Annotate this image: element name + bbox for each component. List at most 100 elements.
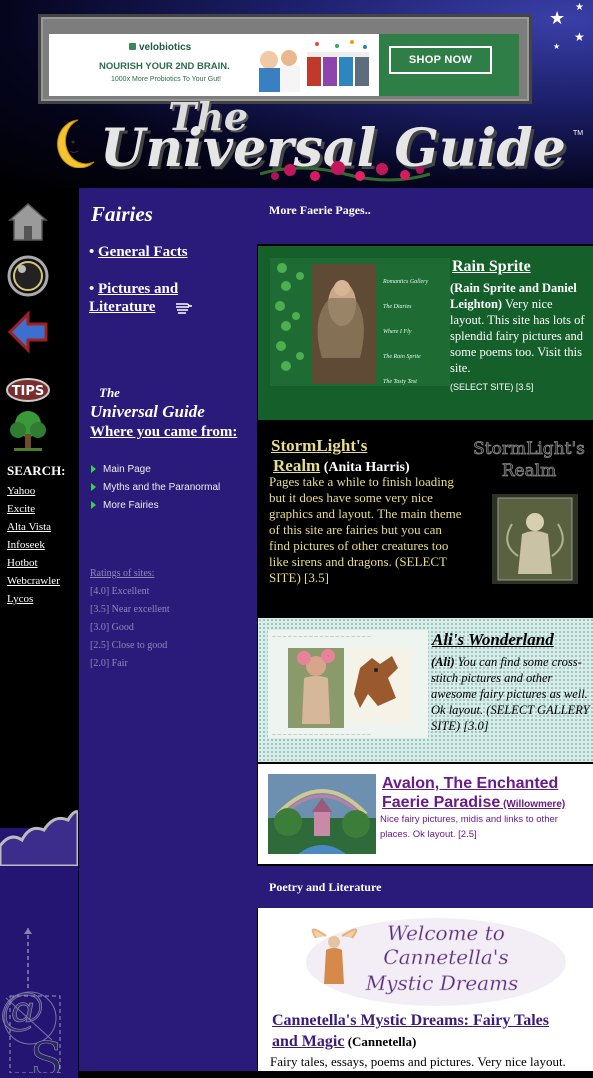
ad-product-image xyxy=(259,40,369,92)
crystal-ball-icon[interactable] xyxy=(6,254,50,298)
roses-decoration xyxy=(260,161,430,182)
tree-icon[interactable] xyxy=(6,408,50,452)
site-card-avalon: Avalon, The Enchanted Faerie Paradise (W… xyxy=(258,764,593,864)
star-icon: ★ xyxy=(553,42,561,51)
rain-sprite-select[interactable]: (SELECT SITE) [3.5] xyxy=(450,382,533,392)
stormlight-description: Pages take a while to finish loading but… xyxy=(269,474,462,585)
star-icon: ★ xyxy=(549,8,566,29)
search-link-yahoo[interactable]: Yahoo xyxy=(7,485,35,497)
site-header: ★ ★ ★ ★ ✦ velobiotics NOURISH YOUR 2ND B… xyxy=(0,0,593,188)
back-arrow-icon[interactable] xyxy=(6,310,50,354)
svg-text:S: S xyxy=(30,1032,63,1073)
alis-wonderland-author: (Ali) xyxy=(431,655,455,669)
green-arrow-icon xyxy=(91,483,96,491)
rain-menu-item: Romantics Gallery xyxy=(383,279,429,285)
rain-sprite-description: (Rain Sprite and Daniel Leighton) Very n… xyxy=(450,280,590,376)
site-card-cannetella: Welcome to Cannetella's Mystic Dreams Ca… xyxy=(258,908,593,1071)
search-link-lycos[interactable]: Lycos xyxy=(7,593,33,605)
svg-text:— — — — — — — — — — — — — — —: — — — — — — — — — — — — — — — — — — — xyxy=(272,732,371,737)
rating-item: [4.0] Excellent xyxy=(90,586,150,597)
breadcrumb-item[interactable]: More Fairies xyxy=(91,500,159,511)
rating-item: [2.5] Close to good xyxy=(90,640,168,651)
green-arrow-icon xyxy=(91,465,96,473)
cannetella-banner-line1: Welcome to xyxy=(387,921,505,945)
site-card-alis-wonderland: — — — — — — — — — — — — — — — — — — — — … xyxy=(258,618,593,762)
stormlight-logo-a: StormLight's xyxy=(473,439,585,459)
search-link-webcrawler[interactable]: Webcrawler xyxy=(7,575,60,587)
avalon-heading: Avalon, The Enchanted Faerie Paradise (W… xyxy=(382,774,592,812)
rating-item: [3.5] Near excellent xyxy=(90,604,170,615)
ad-brand-name: velobiotics xyxy=(139,42,192,53)
ad-subline: 1000x More Probiotics To Your Gut! xyxy=(111,76,221,83)
stormlight-title-a: StormLight's xyxy=(271,436,368,455)
rating-item: [3.0] Good xyxy=(90,622,134,633)
cannetella-banner-line2: Cannetella's xyxy=(383,945,508,969)
cannetella-author: (Cannetella) xyxy=(344,1034,417,1049)
cannetella-description: Fairy tales, essays, poems and pictures.… xyxy=(270,1054,566,1069)
icon-sidebar: TIPS SEARCH: Yahoo Excite Alta Vista Inf… xyxy=(0,188,78,1078)
breadcrumb-item[interactable]: Myths and the Paranormal xyxy=(91,482,220,493)
svg-text:— — — — — — — — — — — — — — —: — — — — — — — — — — — — — — — — — — — xyxy=(272,634,371,639)
came-from-heading: Where you came from: xyxy=(90,424,238,440)
general-facts-link[interactable]: General Facts xyxy=(98,244,188,260)
trademark: TM xyxy=(573,130,584,137)
rain-menu-item: The Tasty Test xyxy=(383,379,417,385)
at-sign-decoration: @ S xyxy=(0,928,63,1073)
cannetella-banner-line3: Mystic Dreams xyxy=(365,971,519,995)
avalon-description: Nice fairy pictures, midis and links to … xyxy=(380,814,558,840)
avalon-image[interactable] xyxy=(268,774,376,854)
ad-banner[interactable]: velobiotics NOURISH YOUR 2ND BRAIN. 1000… xyxy=(49,34,519,96)
search-link-hotbot[interactable]: Hotbot xyxy=(7,557,38,569)
tips-icon[interactable]: TIPS xyxy=(6,368,50,412)
rating-item: [2.0] Fair xyxy=(90,658,128,669)
breadcrumb-item[interactable]: Main Page xyxy=(91,464,151,475)
section-heading-poetry: Poetry and Literature xyxy=(257,866,593,908)
rain-sprite-link[interactable]: Rain Sprite xyxy=(452,258,531,276)
search-label: SEARCH: xyxy=(7,463,66,478)
svg-text:@: @ xyxy=(0,984,44,1035)
svg-text:TIPS: TIPS xyxy=(12,384,45,399)
breadcrumb-label: More Fairies xyxy=(103,500,159,511)
cloud-decoration xyxy=(0,810,78,866)
search-link-altavista[interactable]: Alta Vista xyxy=(7,521,51,533)
site-card-rain-sprite: Romantics Gallery The Diaries Where I Fl… xyxy=(258,246,593,420)
green-arrow-icon xyxy=(91,501,96,509)
stormlight-heading: StormLight's Realm (Anita Harris) xyxy=(271,436,471,476)
cannetella-banner[interactable]: Welcome to Cannetella's Mystic Dreams xyxy=(286,914,566,1006)
guide-label-name: Universal Guide xyxy=(90,402,205,421)
ad-brand-logo: velobiotics xyxy=(129,42,191,53)
rain-menu-item: Where I Fly xyxy=(383,329,412,335)
shop-now-button[interactable]: SHOP NOW xyxy=(389,46,492,74)
star-icon: ★ xyxy=(574,30,585,44)
home-icon[interactable] xyxy=(6,200,50,244)
guide-label-the: The xyxy=(99,385,120,400)
alis-wonderland-image[interactable]: — — — — — — — — — — — — — — — — — — — — … xyxy=(268,628,428,740)
cannetella-heading: Cannetella's Mystic Dreams: Fairy Tales … xyxy=(272,1010,572,1052)
stormlight-logo: StormLight's Realm xyxy=(473,439,586,482)
ad-headline: NOURISH YOUR 2ND BRAIN. xyxy=(99,61,230,72)
site-card-stormlight: StormLight's Realm (Anita Harris) Pages t… xyxy=(258,422,593,616)
stormlight-title-b: Realm xyxy=(273,456,321,475)
rain-menu: Romantics Gallery The Diaries Where I Fl… xyxy=(383,270,428,395)
section-title: Fairies xyxy=(91,202,153,226)
alis-wonderland-link[interactable]: Ali's Wonderland xyxy=(432,630,554,650)
search-link-excite[interactable]: Excite xyxy=(7,503,35,515)
pointing-hand-icon xyxy=(176,303,192,314)
stormlight-logo-b: Realm xyxy=(502,461,557,481)
stormlight-author: (Anita Harris) xyxy=(320,460,410,475)
avalon-author: (Willowmere) xyxy=(500,799,566,810)
alis-wonderland-body: You can find some cross-stitch pictures … xyxy=(431,655,590,733)
main-content: More Faerie Pages.. Romantics Gallery Th… xyxy=(257,188,593,1071)
rain-menu-item: The Diaries xyxy=(383,304,412,310)
nav-item-general-facts: • General Facts xyxy=(89,244,188,260)
ratings-title: Ratings of sites: xyxy=(90,568,155,579)
alis-wonderland-description: (Ali) You can find some cross-stitch pic… xyxy=(431,654,591,734)
pictures-literature-link[interactable]: Pictures and Literature xyxy=(89,281,178,315)
star-icon: ★ xyxy=(575,2,584,13)
section-heading-faerie-pages: More Faerie Pages.. xyxy=(257,188,593,244)
rain-menu-item: The Rain Sprite xyxy=(383,354,421,360)
nav-column: Fairies • General Facts • Pictures and L… xyxy=(78,188,258,1071)
breadcrumb-label: Main Page xyxy=(103,464,151,475)
stormlight-fairy-image[interactable] xyxy=(492,494,578,584)
search-link-infoseek[interactable]: Infoseek xyxy=(7,539,45,551)
